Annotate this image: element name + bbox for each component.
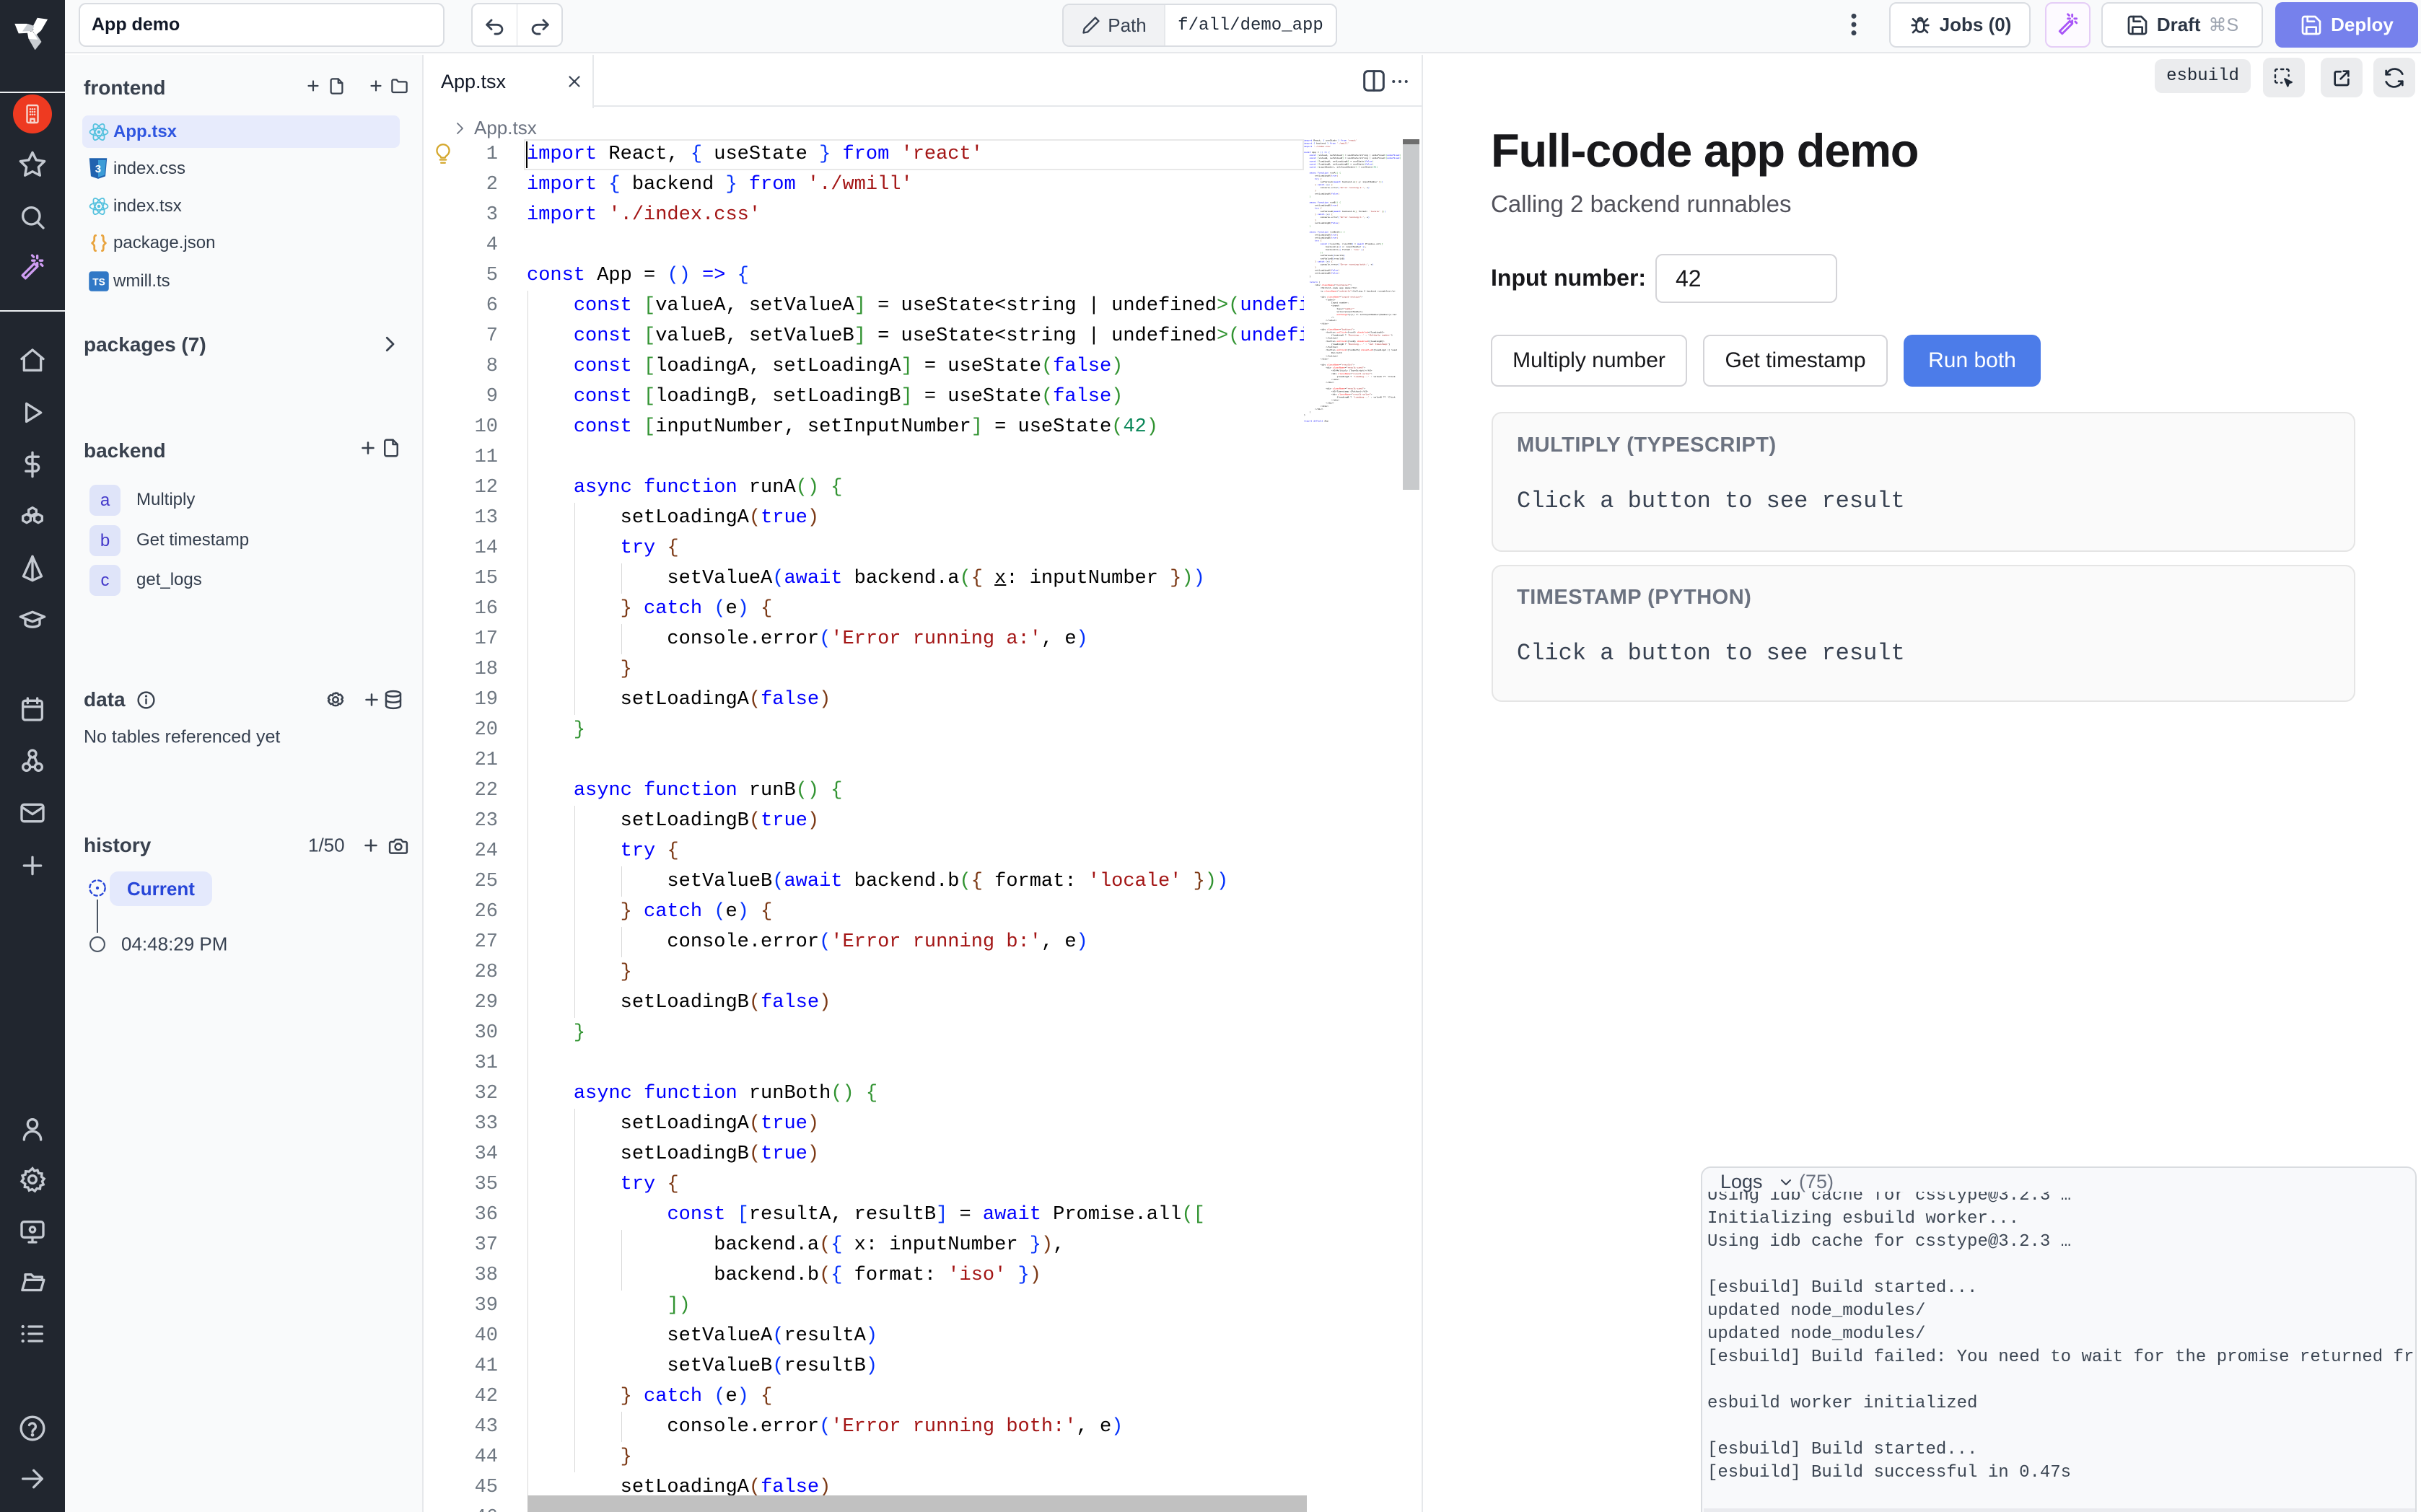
svg-text:TS: TS	[92, 277, 105, 288]
svg-text:3: 3	[95, 163, 101, 175]
